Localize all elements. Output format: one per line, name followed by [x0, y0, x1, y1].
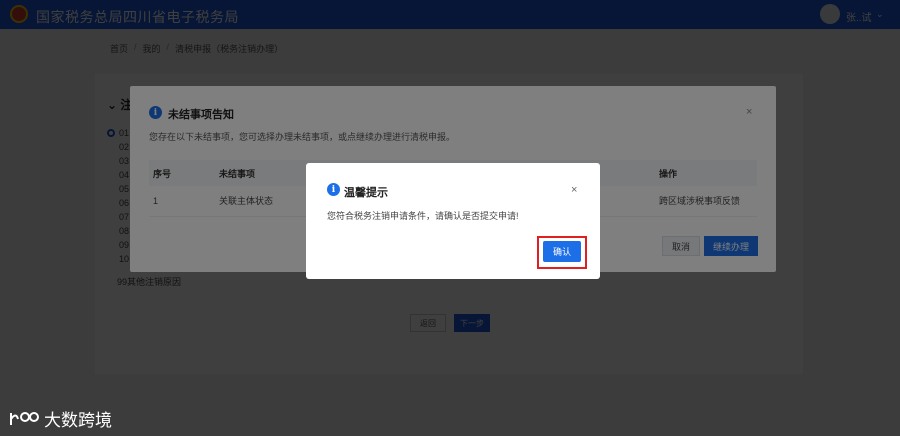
watermark: 大数跨境 — [8, 406, 112, 431]
watermark-logo-icon — [10, 411, 39, 425]
watermark-text: 大数跨境 — [44, 411, 112, 430]
confirm-button[interactable]: 确认 — [543, 241, 581, 262]
dialog-message: 您符合税务注销申请条件，请确认是否提交申请! — [327, 211, 519, 221]
confirm-dialog: i 温馨提示 × 您符合税务注销申请条件，请确认是否提交申请! 确认 — [306, 163, 600, 279]
info-icon: i — [327, 183, 340, 196]
dialog-title: 温馨提示 — [344, 187, 388, 199]
close-icon[interactable]: × — [571, 184, 577, 196]
